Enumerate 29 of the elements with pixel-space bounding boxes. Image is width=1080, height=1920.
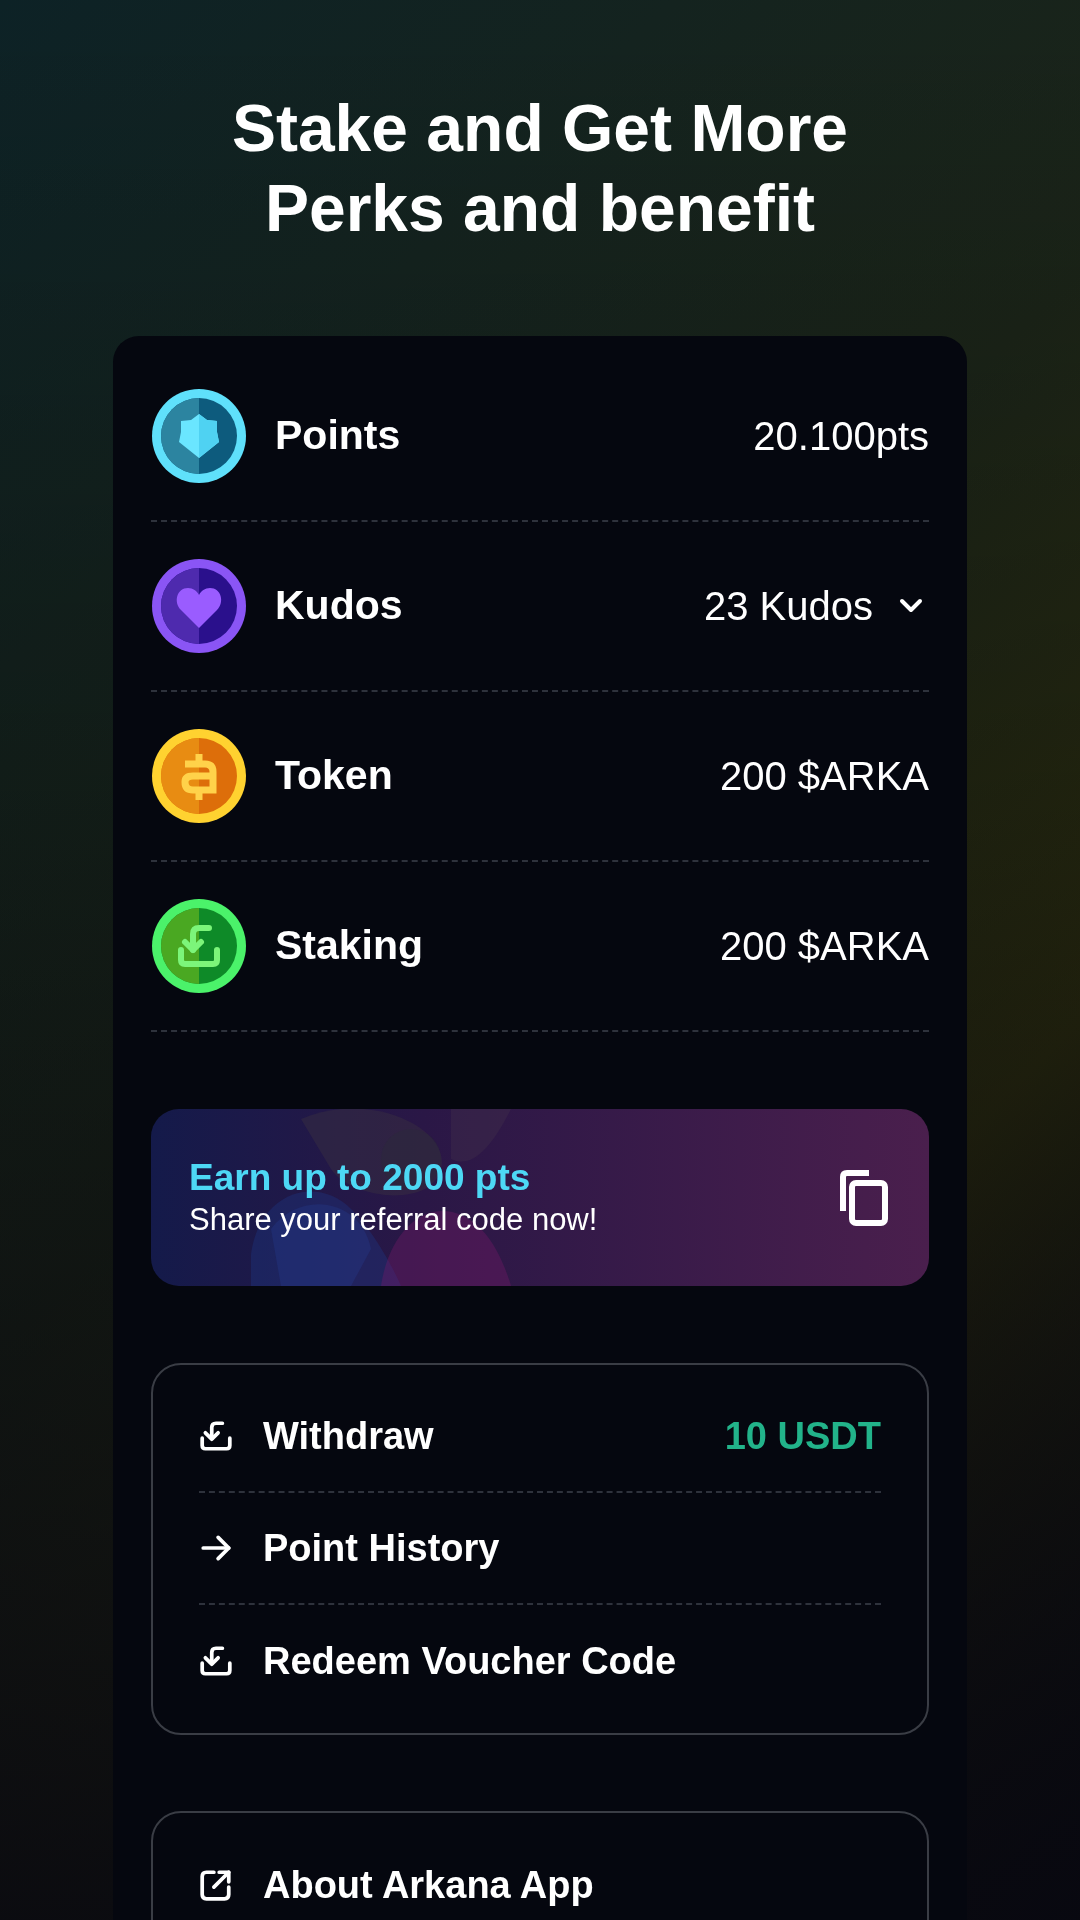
- balance-value: 20.100pts: [753, 413, 929, 460]
- chevron-down-icon[interactable]: [899, 598, 923, 614]
- menu-label: Redeem Voucher Code: [263, 1638, 678, 1684]
- download-tray-icon: [199, 1419, 233, 1453]
- staking-coin-icon: [151, 898, 247, 994]
- points-coin-icon: [151, 388, 247, 484]
- balance-label: Staking: [275, 921, 425, 971]
- menu-label: Withdraw: [263, 1413, 435, 1459]
- menu-label: Point History: [263, 1525, 501, 1571]
- referral-headline: Earn up to 2000 pts: [189, 1155, 532, 1200]
- menu-label: About Arkana App: [263, 1862, 595, 1908]
- referral-subtitle: Share your referral code now!: [189, 1200, 599, 1239]
- balance-label: Points: [275, 411, 402, 461]
- kudos-coin-icon: [151, 558, 247, 654]
- menu-item[interactable]: Point History: [199, 1493, 881, 1605]
- balance-label: Token: [275, 751, 394, 801]
- external-link-icon: [199, 1868, 233, 1902]
- balance-label: Kudos: [275, 581, 404, 631]
- token-coin-icon: [151, 728, 247, 824]
- referral-banner[interactable]: Earn up to 2000 pts Share your referral code now!: [151, 1109, 929, 1286]
- menu-item[interactable]: Redeem Voucher Code: [199, 1605, 881, 1717]
- menu-value: 10 USDT: [724, 1413, 881, 1459]
- balance-value: 200 $ARKA: [719, 923, 929, 970]
- balance-value[interactable]: 23 Kudos: [703, 576, 873, 636]
- page-title: Stake and Get More Perks and benefit: [230, 90, 850, 247]
- balance-value: 200 $ARKA: [719, 753, 929, 800]
- copy-icon[interactable]: [837, 1168, 889, 1227]
- download-tray-icon: [199, 1644, 233, 1678]
- menu-item[interactable]: Withdraw 10 USDT: [199, 1381, 881, 1493]
